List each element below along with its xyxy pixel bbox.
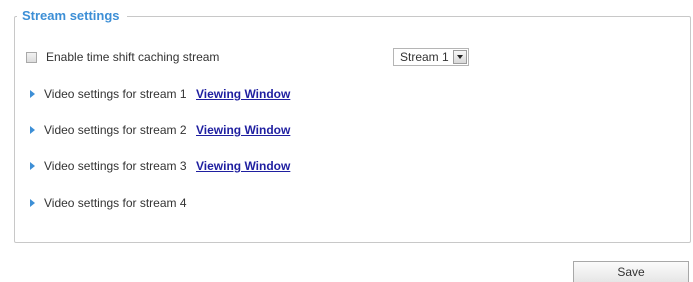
chevron-down-icon[interactable] — [452, 50, 467, 64]
enable-time-shift-label: Enable time shift caching stream — [46, 50, 220, 64]
stream-1-settings-label[interactable]: Video settings for stream 1 — [44, 85, 196, 103]
triangle-right-icon[interactable] — [30, 162, 35, 170]
stream-2-settings-label[interactable]: Video settings for stream 2 — [44, 121, 196, 139]
stream-select[interactable]: Stream 1 — [393, 48, 469, 66]
stream-2-settings-row[interactable]: Video settings for stream 2 Viewing Wind… — [26, 121, 290, 139]
enable-time-shift-checkbox[interactable] — [26, 51, 37, 63]
stream-4-settings-row[interactable]: Video settings for stream 4 — [26, 194, 196, 212]
stream-1-viewing-window-link[interactable]: Viewing Window — [196, 85, 290, 103]
triangle-right-icon[interactable] — [30, 90, 35, 98]
stream-3-settings-label[interactable]: Video settings for stream 3 — [44, 157, 196, 175]
time-shift-row: Enable time shift caching stream — [26, 48, 219, 66]
stream-3-settings-row[interactable]: Video settings for stream 3 Viewing Wind… — [26, 157, 290, 175]
stream-3-viewing-window-link[interactable]: Viewing Window — [196, 157, 290, 175]
stream-settings-page: Stream settings Enable time shift cachin… — [0, 0, 693, 282]
triangle-right-icon[interactable] — [30, 126, 35, 134]
triangle-right-icon[interactable] — [30, 199, 35, 207]
stream-1-settings-row[interactable]: Video settings for stream 1 Viewing Wind… — [26, 85, 290, 103]
save-button[interactable]: Save — [573, 261, 689, 282]
stream-settings-legend: Stream settings — [17, 7, 127, 25]
stream-2-viewing-window-link[interactable]: Viewing Window — [196, 121, 290, 139]
stream-select-value: Stream 1 — [400, 50, 449, 64]
stream-4-settings-label[interactable]: Video settings for stream 4 — [44, 194, 196, 212]
